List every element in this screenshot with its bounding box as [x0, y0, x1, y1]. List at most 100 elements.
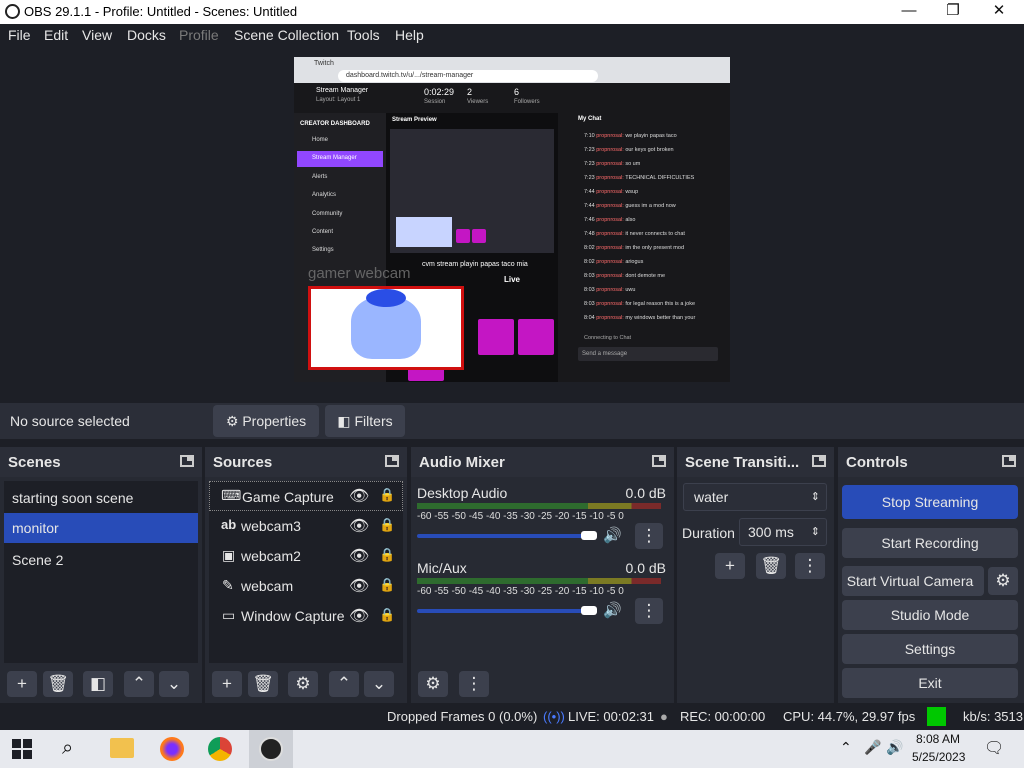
filters-button[interactable]: ◧ Filters	[325, 405, 405, 437]
visibility-eye-icon[interactable]: 👁	[349, 546, 369, 566]
mic-aux-slider-knob[interactable]	[581, 606, 597, 615]
undock-icon[interactable]	[180, 455, 194, 467]
desktop-audio-scale: -60 -55 -50 -45 -40 -35 -30 -25 -20 -15 …	[417, 511, 624, 522]
remove-source-button[interactable]: 🗑	[248, 671, 278, 697]
chat-line: 7:48 propnrosal: it never connects to ch…	[584, 231, 685, 237]
move-down-button[interactable]: ⌄	[159, 671, 189, 697]
menu-help[interactable]: Help	[395, 27, 424, 43]
more-options-button[interactable]: ⋮	[635, 598, 663, 624]
menu-file[interactable]: File	[8, 27, 31, 43]
chevron-up-icon[interactable]: ⌃	[840, 739, 852, 756]
tw-sidebar-settings: Settings	[312, 247, 334, 253]
desktop-audio-slider-knob[interactable]	[581, 531, 597, 540]
start-virtual-camera-button[interactable]: Start Virtual Camera	[842, 566, 984, 596]
settings-button[interactable]: Settings	[842, 634, 1018, 664]
stop-streaming-button[interactable]: Stop Streaming	[842, 485, 1018, 519]
lock-icon[interactable]: 🔒	[379, 487, 395, 503]
undock-icon[interactable]	[1002, 455, 1016, 467]
source-properties-button[interactable]: ⚙	[288, 671, 318, 697]
exit-button[interactable]: Exit	[842, 668, 1018, 698]
undock-icon[interactable]	[812, 455, 826, 467]
window-icon: ▭	[222, 607, 236, 623]
move-up-button[interactable]: ⌃	[329, 671, 359, 697]
visibility-eye-icon[interactable]: 👁	[349, 576, 369, 596]
menu-scene-collection[interactable]: Scene Collection	[234, 27, 339, 43]
maximize-button[interactable]: ❐	[930, 0, 976, 24]
add-source-button[interactable]: +	[212, 671, 242, 697]
firefox-icon[interactable]	[160, 737, 184, 761]
add-scene-button[interactable]: +	[7, 671, 37, 697]
visibility-eye-icon[interactable]: 👁	[349, 516, 369, 536]
chat-line: 7:44 propnrosal: guess im a mod now	[584, 203, 676, 209]
clock-time[interactable]: 8:08 AM	[916, 732, 960, 746]
audio-settings-button[interactable]: ⚙	[418, 671, 448, 697]
desktop-audio-slider[interactable]	[417, 531, 597, 540]
search-icon[interactable]: ⌕	[62, 737, 90, 765]
chrome-icon[interactable]	[208, 737, 232, 761]
chat-line: 8:04 propnrosal: my windows better than …	[584, 315, 696, 321]
source-toolbar: No source selected ⚙ Properties ◧ Filter…	[0, 403, 1024, 439]
notification-icon[interactable]: 🗨	[984, 738, 1004, 758]
remove-scene-button[interactable]: 🗑	[43, 671, 73, 697]
undock-icon[interactable]	[385, 455, 399, 467]
mic-aux-slider[interactable]	[417, 606, 597, 615]
clock-date[interactable]: 5/25/2023	[912, 750, 965, 764]
scene-filters-button[interactable]: ◧	[83, 671, 113, 697]
menu-view[interactable]: View	[82, 27, 112, 43]
scene-item-selected[interactable]: monitor	[4, 513, 198, 543]
more-options-button[interactable]: ⋮	[635, 523, 663, 549]
lock-icon[interactable]: 🔒	[379, 577, 395, 593]
chat-line: 8:02 propnrosal: im the only present mod	[584, 245, 685, 251]
remove-transition-button[interactable]: 🗑	[756, 553, 786, 579]
transition-select[interactable]: water ⇕	[683, 483, 827, 511]
menu-tools[interactable]: Tools	[347, 27, 380, 43]
close-button[interactable]: ✕	[976, 0, 1022, 24]
volume-icon[interactable]: 🔊	[886, 739, 903, 756]
spin-arrows-icon[interactable]: ⇕	[811, 519, 820, 545]
menu-docks[interactable]: Docks	[127, 27, 166, 43]
transitions-header: Scene Transiti...	[677, 447, 834, 477]
speaker-icon[interactable]: 🔊	[603, 526, 622, 544]
visibility-eye-icon[interactable]: 👁	[349, 606, 369, 626]
source-item[interactable]: webcam2	[209, 541, 403, 571]
lock-icon[interactable]: 🔒	[379, 607, 395, 623]
stream-preview-label: Stream Preview	[392, 117, 437, 123]
lock-icon[interactable]: 🔒	[379, 547, 395, 563]
chat-connecting: Connecting to Chat	[584, 335, 632, 341]
tw-sidebar-home: Home	[312, 137, 329, 143]
properties-button[interactable]: ⚙ Properties	[213, 405, 319, 437]
visibility-eye-icon[interactable]: 👁	[349, 486, 369, 506]
duration-spinbox[interactable]: 300 ms ⇕	[739, 518, 827, 546]
mic-aux-db: 0.0 dB	[625, 560, 666, 576]
menu-edit[interactable]: Edit	[44, 27, 68, 43]
scene-item[interactable]: starting soon scene	[4, 483, 198, 513]
menu-profile[interactable]: Profile	[179, 27, 219, 43]
speaker-icon[interactable]: 🔊	[603, 601, 622, 619]
start-recording-button[interactable]: Start Recording	[842, 528, 1018, 558]
selected-source-bounds[interactable]	[308, 286, 464, 370]
obs-taskbar-button[interactable]	[249, 730, 293, 768]
browser-tab: Twitch	[314, 60, 334, 67]
virtual-camera-settings-button[interactable]: ⚙	[988, 567, 1018, 595]
source-item[interactable]: webcam	[209, 571, 403, 601]
windows-start-icon[interactable]	[12, 739, 32, 759]
audio-mixer-dock: Audio Mixer Desktop Audio 0.0 dB -60 -55…	[411, 447, 674, 703]
add-transition-button[interactable]: +	[715, 553, 745, 579]
studio-mode-button[interactable]: Studio Mode	[842, 600, 1018, 630]
duration-label: Duration	[682, 525, 735, 541]
source-item[interactable]: Window Capture	[209, 601, 403, 631]
scene-item[interactable]: Scene 2	[4, 545, 198, 575]
transition-menu-button[interactable]: ⋮	[795, 553, 825, 579]
audio-menu-button[interactable]: ⋮	[459, 671, 489, 697]
microphone-icon[interactable]: 🎤	[864, 739, 881, 756]
source-item[interactable]: webcam3	[209, 511, 403, 541]
undock-icon[interactable]	[652, 455, 666, 467]
status-bar: Dropped Frames 0 (0.0%) ((•)) LIVE: 00:0…	[0, 703, 1024, 730]
minimize-button[interactable]: —	[886, 0, 932, 24]
move-up-button[interactable]: ⌃	[124, 671, 154, 697]
lock-icon[interactable]: 🔒	[379, 517, 395, 533]
file-explorer-icon[interactable]	[110, 738, 134, 758]
move-down-button[interactable]: ⌄	[364, 671, 394, 697]
preview-canvas[interactable]: Twitch dashboard.twitch.tv/u/.../stream-…	[294, 57, 730, 382]
sources-list: Game Capture webcam3 webcam2 webcam Wind…	[209, 481, 403, 663]
